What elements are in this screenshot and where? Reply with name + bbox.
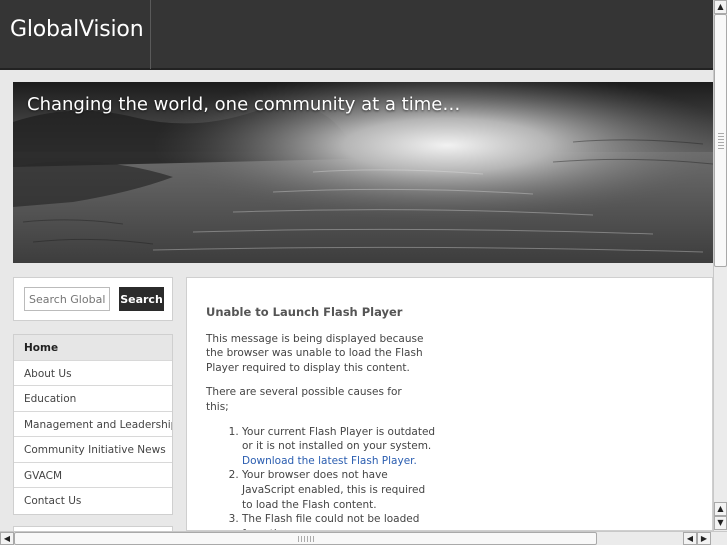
scroll-right-icon[interactable]: ▶ bbox=[697, 532, 711, 545]
flash-message: This message is being displayed because … bbox=[206, 332, 424, 374]
main-content: Unable to Launch Flash Player This messa… bbox=[186, 277, 713, 531]
nav-item-community-news[interactable]: Community Initiative News bbox=[14, 437, 172, 463]
grip-icon bbox=[718, 133, 724, 149]
nav-item-contact-us[interactable]: Contact Us bbox=[14, 488, 172, 514]
vertical-scrollbar[interactable]: ▲ ▲ ▼ bbox=[713, 0, 727, 531]
flash-heading: Unable to Launch Flash Player bbox=[206, 305, 403, 319]
scroll-up-icon[interactable]: ▲ bbox=[714, 502, 727, 516]
nav-item-about-us[interactable]: About Us bbox=[14, 361, 172, 386]
cause-text: Your current Flash Player is outdated or… bbox=[242, 425, 436, 453]
cause-text: The Flash file could not be loaded from … bbox=[242, 513, 420, 530]
scroll-left-icon[interactable]: ◀ bbox=[683, 532, 697, 545]
site-logo[interactable]: GlobalVision bbox=[0, 0, 151, 69]
nav-item-education[interactable]: Education bbox=[14, 386, 172, 412]
cause-text: Your browser does not have JavaScript en… bbox=[242, 469, 426, 511]
download-flash-link[interactable]: Download the latest Flash Player. bbox=[242, 455, 417, 467]
flash-notice: Unable to Launch Flash Player This messa… bbox=[206, 305, 435, 530]
scroll-down-icon[interactable]: ▼ bbox=[714, 516, 727, 530]
horizontal-scroll-thumb[interactable] bbox=[14, 532, 597, 545]
scroll-up-icon[interactable]: ▲ bbox=[714, 0, 727, 14]
flash-causes-list: Your current Flash Player is outdated or… bbox=[206, 425, 436, 530]
flash-causes-intro: There are several possible causes for th… bbox=[206, 386, 402, 413]
search-input[interactable] bbox=[24, 287, 110, 311]
nav-item-home[interactable]: Home bbox=[14, 335, 172, 361]
grip-icon bbox=[298, 536, 314, 542]
site-header: GlobalVision bbox=[0, 0, 713, 70]
search-button[interactable]: Search bbox=[119, 287, 164, 311]
list-item: The Flash file could not be loaded from … bbox=[242, 512, 436, 530]
horizontal-scrollbar[interactable]: ◀ ◀ ▶ bbox=[0, 531, 727, 545]
nav-item-management-leadership[interactable]: Management and Leadership bbox=[14, 412, 172, 437]
search-panel: Search bbox=[13, 277, 173, 321]
list-item: Your current Flash Player is outdated or… bbox=[242, 425, 436, 469]
nav-item-gvacm[interactable]: GVACM bbox=[14, 463, 172, 488]
list-item: Your browser does not have JavaScript en… bbox=[242, 468, 436, 512]
banner-tagline: Changing the world, one community at a t… bbox=[27, 94, 461, 115]
vertical-scroll-thumb[interactable] bbox=[714, 14, 727, 267]
sidebar-nav: Home About Us Education Management and L… bbox=[13, 334, 173, 515]
scroll-left-icon[interactable]: ◀ bbox=[0, 532, 14, 545]
hero-banner: Changing the world, one community at a t… bbox=[13, 82, 713, 263]
